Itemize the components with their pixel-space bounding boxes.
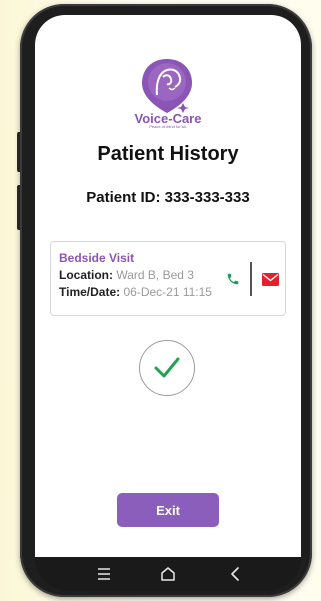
location-value: Ward B, Bed 3 [116,268,194,282]
location-row: Location: Ward B, Bed 3 [59,268,194,282]
back-icon[interactable] [225,565,245,583]
page-title: Patient History [97,143,239,165]
phone-icon[interactable] [226,272,240,286]
patient-id: Patient ID: 333-333-333 [86,189,250,206]
status-check-circle [139,340,195,396]
brand-tagline: Peace of mind for all. [149,124,187,129]
time-value: 06-Dec-21 11:15 [123,285,212,299]
menu-icon[interactable] [94,565,114,583]
time-label: Time/Date: [59,285,121,299]
visit-title: Bedside Visit [59,251,135,265]
voice-care-logo-icon [142,59,192,113]
mail-icon[interactable] [262,273,279,286]
location-label: Location: [59,268,113,282]
exit-button[interactable]: Exit [117,493,219,527]
checkmark-icon [154,357,180,378]
card-divider [250,262,252,296]
time-row: Time/Date: 06-Dec-21 11:15 [59,285,212,299]
home-icon[interactable] [158,565,178,583]
